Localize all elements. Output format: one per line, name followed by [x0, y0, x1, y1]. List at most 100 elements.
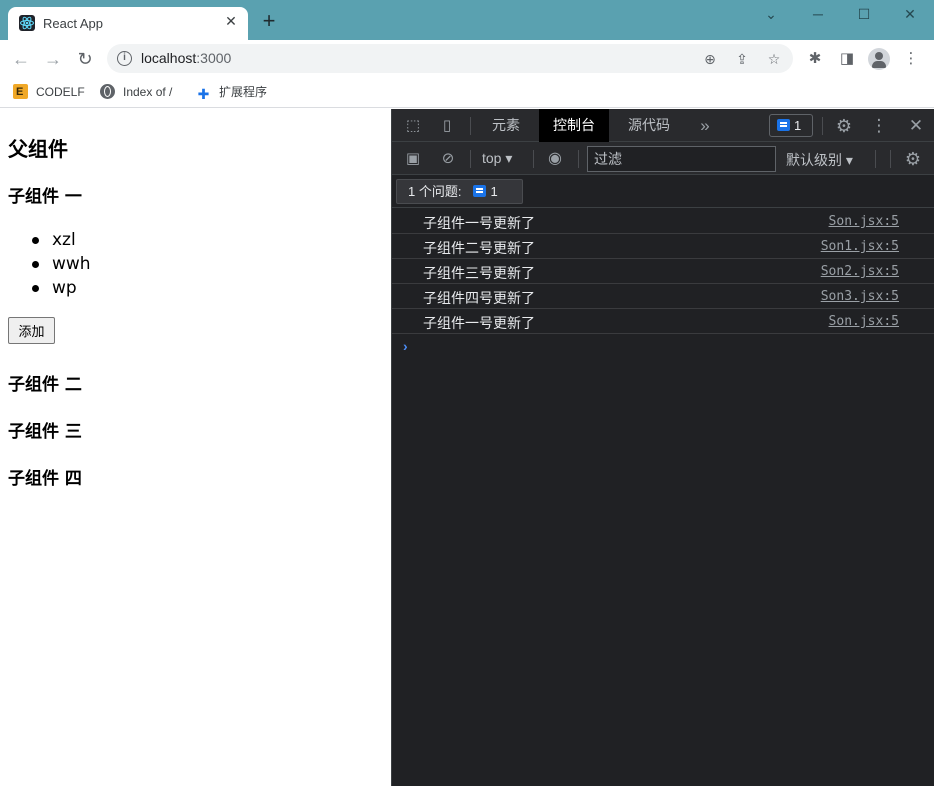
address-bar[interactable]: i localhost:3000 ⊕ ⇪ ☆ — [107, 44, 793, 73]
puzzle-icon: ✚ — [197, 86, 210, 102]
side-panel-icon[interactable]: ◨ — [836, 48, 858, 70]
log-source-link[interactable]: Son.jsx:5 — [829, 214, 899, 229]
console-log-list: 子组件一号更新了 Son.jsx:5 子组件二号更新了 Son1.jsx:5 子… — [392, 209, 934, 334]
log-row: 子组件一号更新了 Son.jsx:5 — [392, 209, 934, 234]
url-port: :3000 — [196, 50, 232, 66]
log-message: 子组件三号更新了 — [423, 266, 535, 282]
log-source-link[interactable]: Son3.jsx:5 — [821, 289, 899, 304]
list-item: wwh — [32, 252, 91, 276]
divider — [890, 150, 891, 168]
browser-toolbar: ← → ↻ i localhost:3000 ⊕ ⇪ ☆ — [0, 40, 934, 76]
issues-counter-button[interactable]: 1 — [769, 114, 813, 137]
add-button[interactable]: 添加 — [8, 317, 55, 344]
log-source-link[interactable]: Son2.jsx:5 — [821, 264, 899, 279]
context-selector[interactable]: top ▾ — [482, 150, 512, 167]
bookmark-extensions[interactable]: ✚ 扩展程序 — [196, 83, 268, 102]
new-tab-button[interactable]: + — [258, 10, 280, 32]
site-info-icon[interactable]: i — [117, 51, 132, 66]
log-message: 子组件一号更新了 — [423, 216, 535, 232]
issues-bar: 1 个问题: 1 — [392, 175, 934, 208]
globe-icon — [100, 84, 115, 99]
bookmark-index[interactable]: Index of / — [100, 83, 172, 101]
log-level-selector[interactable]: 默认级别 ▾ — [786, 150, 853, 170]
bookmark-star-icon[interactable]: ☆ — [764, 49, 784, 69]
issues-label: 1 个问题: — [408, 184, 462, 199]
browser-tab-react-app[interactable]: React App ✕ — [8, 7, 248, 40]
console-filter-bar: ▣ ⊘ top ▾ ◉ 过滤 默认级别 ▾ ⚙ — [392, 142, 934, 175]
minimize-icon[interactable]: ─ — [803, 4, 833, 24]
console-settings-gear-icon[interactable]: ⚙ — [902, 148, 924, 170]
tab-elements[interactable]: 元素 — [478, 109, 534, 142]
close-devtools-icon[interactable]: ✕ — [905, 115, 927, 137]
son3-title: 子组件 三 — [8, 422, 82, 442]
divider — [533, 150, 534, 168]
divider — [822, 117, 823, 135]
name-list: xzl wwh wp — [32, 228, 91, 300]
console-filter-input[interactable]: 过滤 — [587, 146, 776, 172]
divider — [470, 150, 471, 168]
more-tabs-icon[interactable]: » — [694, 115, 716, 137]
forward-icon[interactable]: → — [42, 48, 64, 70]
url-text[interactable]: localhost:3000 — [141, 50, 231, 66]
divider — [470, 117, 471, 135]
clear-console-icon[interactable]: ⊘ — [437, 148, 459, 170]
menu-kebab-icon[interactable]: ⋮ — [900, 48, 922, 70]
settings-gear-icon[interactable]: ⚙ — [833, 115, 855, 137]
log-source-link[interactable]: Son.jsx:5 — [829, 314, 899, 329]
tab-close-icon[interactable]: ✕ — [222, 12, 240, 30]
bookmark-label: Index of / — [123, 85, 173, 99]
react-logo-icon — [19, 15, 35, 31]
console-prompt-icon[interactable]: › — [403, 338, 408, 354]
bookmark-codelf[interactable]: CODELF — [13, 83, 85, 101]
maximize-icon[interactable]: ☐ — [849, 4, 879, 24]
back-icon[interactable]: ← — [10, 48, 32, 70]
log-message: 子组件四号更新了 — [423, 291, 535, 307]
bookmark-label: 扩展程序 — [219, 85, 268, 99]
divider — [875, 150, 876, 168]
context-value: top — [482, 150, 502, 166]
parent-component-title: 父组件 — [8, 137, 68, 161]
level-value: 默认级别 — [786, 152, 842, 168]
bookmarks-bar: CODELF Index of / ✚ 扩展程序 — [0, 76, 934, 108]
inspect-element-icon[interactable]: ⬚ — [402, 115, 424, 137]
devtools-menu-kebab-icon[interactable]: ⋮ — [868, 115, 890, 137]
reload-icon[interactable]: ↻ — [74, 48, 96, 70]
log-message: 子组件二号更新了 — [423, 241, 535, 257]
issues-count: 1 — [490, 184, 498, 199]
devtools-tabbar: ⬚ ▯ 元素 控制台 源代码 » 1 ⚙ ⋮ ✕ — [392, 109, 934, 142]
url-host: localhost — [141, 50, 197, 66]
dropdown-arrow-icon: ▾ — [505, 150, 513, 166]
son2-title: 子组件 二 — [8, 375, 82, 395]
close-window-icon[interactable]: ✕ — [895, 4, 925, 24]
codelf-icon — [13, 83, 28, 101]
zoom-icon[interactable]: ⊕ — [700, 49, 720, 69]
tab-sources[interactable]: 源代码 — [614, 109, 684, 142]
divider — [578, 150, 579, 168]
device-toolbar-icon[interactable]: ▯ — [436, 115, 458, 137]
log-row: 子组件三号更新了 Son2.jsx:5 — [392, 259, 934, 284]
dropdown-arrow-icon: ▾ — [845, 152, 853, 168]
son4-title: 子组件 四 — [8, 469, 82, 489]
tab-search-chevron-icon[interactable]: ⌄ — [756, 4, 786, 24]
bookmark-label: CODELF — [36, 85, 85, 99]
issues-button[interactable]: 1 个问题: 1 — [396, 179, 523, 204]
list-item: xzl — [32, 228, 91, 252]
profile-avatar-icon[interactable] — [868, 48, 890, 70]
share-icon[interactable]: ⇪ — [732, 49, 752, 69]
page-content: 父组件 子组件 一 xzl wwh wp 添加 子组件 二 子组件 三 子组件 … — [0, 109, 391, 786]
log-row: 子组件四号更新了 Son3.jsx:5 — [392, 284, 934, 309]
son1-title: 子组件 一 — [8, 187, 82, 207]
live-expression-eye-icon[interactable]: ◉ — [544, 148, 566, 170]
tab-title: React App — [43, 16, 103, 31]
tab-console[interactable]: 控制台 — [539, 109, 609, 142]
devtools-panel: ⬚ ▯ 元素 控制台 源代码 » 1 ⚙ ⋮ ✕ ▣ ⊘ top ▾ ◉ 过滤 … — [391, 109, 934, 786]
extensions-icon[interactable]: ✱ — [804, 48, 826, 70]
message-icon — [777, 119, 790, 131]
log-message: 子组件一号更新了 — [423, 316, 535, 332]
message-icon — [473, 185, 487, 197]
log-row: 子组件二号更新了 Son1.jsx:5 — [392, 234, 934, 259]
show-sidebar-icon[interactable]: ▣ — [402, 148, 424, 170]
browser-titlebar: React App ✕ + ⌄ ─ ☐ ✕ — [0, 0, 934, 40]
log-row: 子组件一号更新了 Son.jsx:5 — [392, 309, 934, 334]
log-source-link[interactable]: Son1.jsx:5 — [821, 239, 899, 254]
